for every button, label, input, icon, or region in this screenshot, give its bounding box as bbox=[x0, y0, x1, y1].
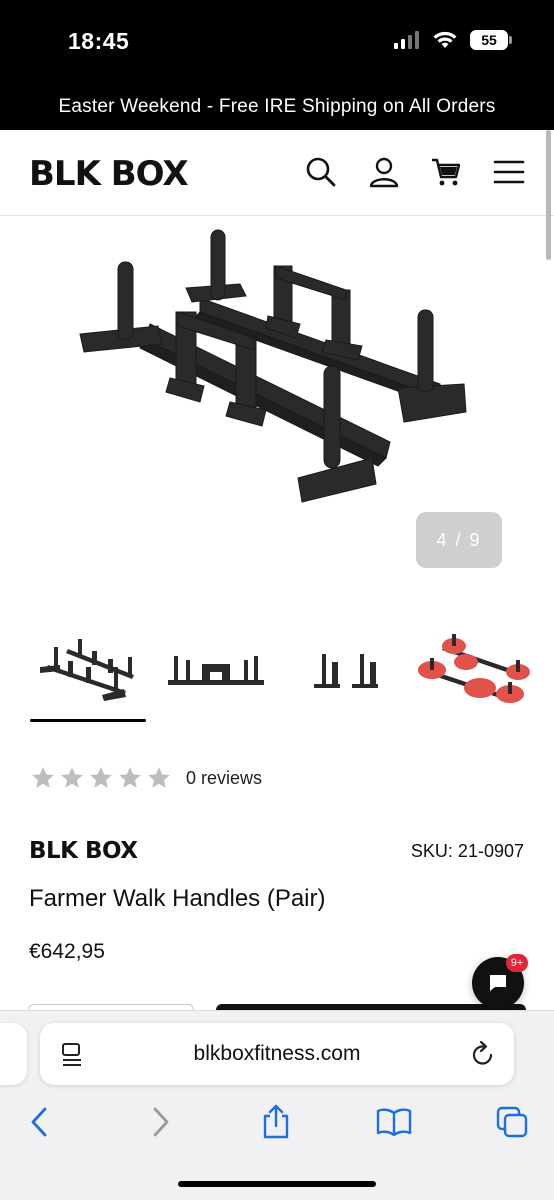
reload-icon[interactable] bbox=[470, 1040, 496, 1068]
rating-row[interactable]: 0 reviews bbox=[30, 765, 262, 791]
promo-banner[interactable]: Easter Weekend - Free IRE Shipping on Al… bbox=[0, 84, 554, 130]
battery-icon: 55 bbox=[470, 30, 512, 50]
site-header: BLK BOX bbox=[0, 130, 554, 216]
product-sku: SKU: 21-0907 bbox=[410, 841, 524, 861]
address-bar[interactable]: blkboxfitness.com bbox=[40, 1023, 514, 1085]
search-icon[interactable] bbox=[303, 154, 339, 190]
thumbnail-2[interactable] bbox=[156, 620, 276, 720]
home-indicator[interactable] bbox=[178, 1181, 376, 1187]
site-logo[interactable]: BLK BOX bbox=[29, 154, 189, 194]
wifi-icon bbox=[433, 31, 457, 48]
reader-page-icon[interactable] bbox=[60, 1042, 84, 1068]
url-text[interactable]: blkboxfitness.com bbox=[194, 1042, 361, 1066]
chat-button[interactable]: 9+ bbox=[472, 954, 528, 1009]
status-time: 18:45 bbox=[68, 28, 130, 54]
star-rating bbox=[30, 765, 172, 791]
promo-text: Easter Weekend - Free IRE Shipping on Al… bbox=[58, 96, 496, 117]
star-icon bbox=[61, 767, 83, 788]
chat-badge: 9+ bbox=[506, 954, 528, 972]
forward-icon[interactable] bbox=[140, 1102, 180, 1142]
reviews-count[interactable]: 0 reviews bbox=[186, 768, 262, 789]
tabs-icon[interactable] bbox=[492, 1102, 532, 1142]
thumbnail-1[interactable] bbox=[28, 620, 148, 720]
image-pager: 4 / 9 bbox=[416, 512, 502, 568]
star-icon bbox=[119, 767, 141, 788]
thumbnail-3[interactable] bbox=[286, 620, 406, 720]
active-thumbnail-indicator bbox=[30, 719, 146, 722]
product-title: Farmer Walk Handles (Pair) bbox=[29, 885, 326, 912]
star-icon bbox=[148, 767, 170, 788]
back-icon[interactable] bbox=[20, 1102, 60, 1142]
account-icon[interactable] bbox=[366, 154, 402, 190]
signal-icon bbox=[394, 31, 419, 49]
star-icon bbox=[32, 767, 54, 788]
bookmarks-icon[interactable] bbox=[374, 1102, 414, 1142]
product-brand: BLK BOX bbox=[29, 838, 138, 864]
star-icon bbox=[90, 767, 112, 788]
share-icon[interactable] bbox=[256, 1102, 296, 1142]
status-icons: 55 bbox=[394, 30, 512, 50]
thumbnail-4[interactable] bbox=[414, 620, 534, 720]
chat-bubble-icon bbox=[490, 975, 506, 991]
status-bar: 18:45 55 bbox=[0, 0, 554, 84]
cart-icon[interactable] bbox=[428, 154, 464, 190]
menu-icon[interactable] bbox=[491, 154, 527, 190]
previous-tab-peek[interactable] bbox=[0, 1023, 27, 1085]
thumbnail-strip bbox=[0, 620, 554, 724]
product-price: €642,95 bbox=[29, 940, 105, 963]
battery-level: 55 bbox=[481, 32, 497, 48]
